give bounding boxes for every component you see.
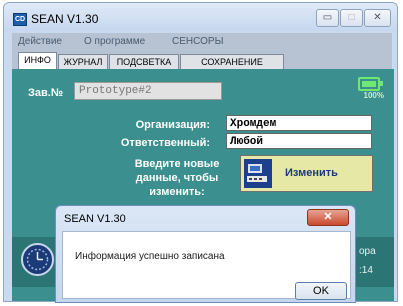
battery-icon bbox=[358, 77, 383, 91]
organization-field[interactable]: Хромдем bbox=[226, 115, 372, 131]
responsible-field[interactable]: Любой bbox=[226, 133, 372, 149]
tab-strip: ИНФО ЖУРНАЛ ПОДСВЕТКА СОХРАНЕНИЕ ДАННЫХ bbox=[12, 51, 392, 81]
app-icon: CD bbox=[13, 13, 27, 26]
menu-action[interactable]: Действие bbox=[18, 36, 62, 47]
dialog-message: Информация успешно записана bbox=[75, 251, 225, 262]
status-text-1: ора bbox=[359, 246, 376, 257]
message-dialog: SEAN V1.30 ✕ Информация успешно записана… bbox=[55, 205, 356, 303]
ok-button[interactable]: OK bbox=[295, 282, 347, 300]
hint-text: Введите новые данные, чтобы изменить: bbox=[134, 158, 220, 198]
close-icon[interactable]: ✕ bbox=[307, 209, 349, 226]
close-button[interactable]: ✕ bbox=[364, 9, 391, 27]
battery-percent: 100% bbox=[363, 91, 384, 100]
tab-info[interactable]: ИНФО bbox=[18, 52, 57, 69]
change-button-label: Изменить bbox=[285, 167, 338, 179]
minimize-button[interactable]: ▭ bbox=[316, 9, 339, 27]
dialog-title: SEAN V1.30 bbox=[64, 213, 126, 225]
tab-save-data[interactable]: СОХРАНЕНИЕ ДАННЫХ bbox=[180, 54, 284, 81]
title-bar[interactable]: CD SEAN V1.30 ▭ □ ✕ bbox=[4, 3, 397, 31]
serial-field: Prototype#2 bbox=[74, 82, 222, 100]
responsible-label: Ответственный: bbox=[120, 137, 210, 149]
serial-label: Зав.№ bbox=[28, 87, 64, 99]
tab-backlight[interactable]: ПОДСВЕТКА bbox=[109, 54, 179, 69]
battery-fill bbox=[362, 81, 376, 87]
menu-about[interactable]: О программе bbox=[84, 36, 145, 47]
window-title: SEAN V1.30 bbox=[31, 12, 99, 26]
tab-journal[interactable]: ЖУРНАЛ bbox=[58, 54, 108, 69]
menu-sensors[interactable]: СЕНСОРЫ bbox=[172, 36, 223, 47]
menu-bar: Действие О программе СЕНСОРЫ bbox=[12, 33, 392, 51]
change-button[interactable]: Изменить bbox=[240, 155, 373, 192]
change-data-icon bbox=[244, 159, 272, 188]
status-text-2: :14 bbox=[359, 265, 373, 276]
maximize-button[interactable]: □ bbox=[340, 9, 363, 27]
clock-icon bbox=[21, 243, 54, 276]
organization-label: Организация: bbox=[135, 119, 210, 131]
